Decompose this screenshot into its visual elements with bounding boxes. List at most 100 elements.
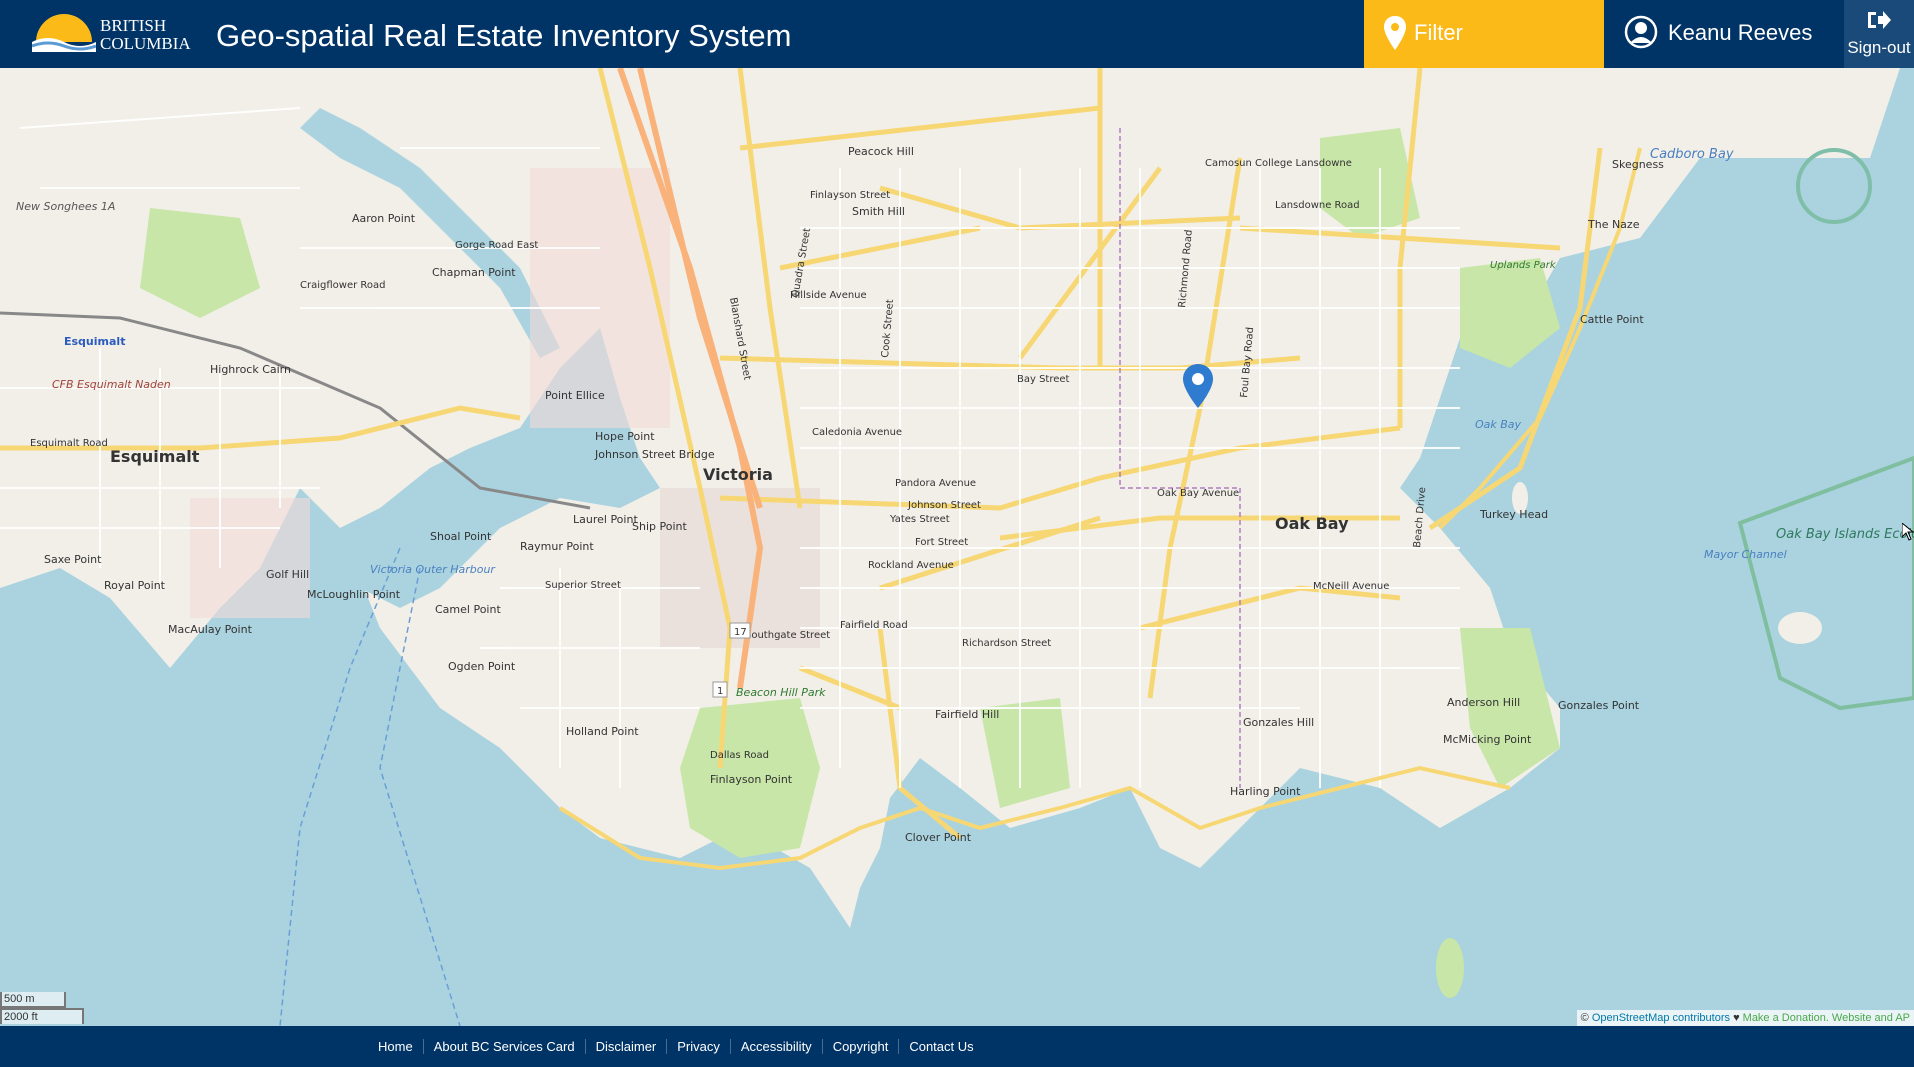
street-caledonia: Caledonia Avenue xyxy=(812,427,902,438)
street-richardson: Richardson Street xyxy=(962,638,1051,649)
label-outer-harbour: Victoria Outer Harbour xyxy=(370,563,496,576)
org-name-line1: British xyxy=(100,16,167,35)
street-oak-bay-ave: Oak Bay Avenue xyxy=(1157,488,1239,499)
label-cadboro-bay: Cadboro Bay xyxy=(1650,147,1734,162)
scale-metric: 500 m xyxy=(0,992,66,1008)
label-mcmicking: McMicking Point xyxy=(1443,733,1532,746)
footer-link-accessibility[interactable]: Accessibility xyxy=(729,1039,822,1054)
island-reef xyxy=(1796,148,1872,224)
street-johnson: Johnson Street xyxy=(907,500,981,511)
map-attribution: © OpenStreetMap contributors ♥ Make a Do… xyxy=(1576,1010,1914,1026)
sign-out-icon xyxy=(1866,8,1892,37)
label-esquimalt: Esquimalt xyxy=(110,447,200,466)
scale-imperial: 2000 ft xyxy=(0,1008,84,1024)
attribution-osm-link[interactable]: OpenStreetMap contributors xyxy=(1592,1012,1730,1024)
label-royal-point: Royal Point xyxy=(104,579,166,592)
street-lansdowne: Lansdowne Road xyxy=(1275,200,1360,211)
label-anderson-hill: Anderson Hill xyxy=(1447,696,1520,709)
user-name: Keanu Reeves xyxy=(1668,20,1813,45)
label-holland-point: Holland Point xyxy=(566,725,639,738)
footer-link-copyright[interactable]: Copyright xyxy=(821,1039,899,1054)
sign-out-button[interactable]: Sign-out xyxy=(1844,0,1914,68)
label-mayor-channel: Mayor Channel xyxy=(1704,548,1787,561)
label-ecological-reserve: Oak Bay Islands Ecological Reserve xyxy=(1776,527,1914,542)
svg-text:17: 17 xyxy=(734,627,747,638)
map-marker-icon xyxy=(1183,364,1213,408)
label-saxe-point: Saxe Point xyxy=(44,553,102,566)
bc-sun-icon xyxy=(31,14,97,52)
org-name: British Columbia xyxy=(100,17,191,53)
user-menu[interactable]: Keanu Reeves xyxy=(1604,0,1844,68)
org-name-line2: Columbia xyxy=(100,34,191,53)
map-tiles: Victoria Esquimalt Oak Bay Esquimalt Hig… xyxy=(0,68,1914,1026)
street-dallas: Dallas Road xyxy=(710,750,769,761)
label-aaron-point: Aaron Point xyxy=(352,212,416,225)
label-raymur-point: Raymur Point xyxy=(520,540,594,553)
label-oak-bay: Oak Bay xyxy=(1275,514,1349,533)
label-finlayson-point: Finlayson Point xyxy=(710,773,793,786)
label-cfb: CFB Esquimalt Naden xyxy=(52,378,171,391)
street-yates: Yates Street xyxy=(889,514,950,525)
label-uplands-park: Uplands Park xyxy=(1490,260,1557,271)
map-pin-icon xyxy=(1384,16,1406,55)
footer-link-privacy[interactable]: Privacy xyxy=(666,1039,730,1054)
label-shoal-point: Shoal Point xyxy=(430,530,492,543)
filter-button[interactable]: Filter xyxy=(1364,0,1604,68)
attribution-donate-link[interactable]: Make a Donation. Website and AP xyxy=(1743,1012,1910,1024)
label-cattle-point: Cattle Point xyxy=(1580,313,1644,326)
map-canvas[interactable]: Victoria Esquimalt Oak Bay Esquimalt Hig… xyxy=(0,68,1914,1026)
label-turkey-head: Turkey Head xyxy=(1479,508,1548,521)
island-trial xyxy=(1436,938,1464,998)
label-gonzales-hill: Gonzales Hill xyxy=(1243,716,1314,729)
label-oak-bay-water: Oak Bay xyxy=(1475,418,1522,431)
label-ship-point: Ship Point xyxy=(632,520,687,533)
label-point-ellice: Point Ellice xyxy=(545,389,605,402)
footer-link-disclaimer[interactable]: Disclaimer xyxy=(584,1039,667,1054)
street-esquimalt-road: Esquimalt Road xyxy=(30,438,108,449)
footer-links: Home About BC Services Card Disclaimer P… xyxy=(368,1026,984,1067)
label-mcloughlin: McLoughlin Point xyxy=(307,588,401,601)
label-victoria: Victoria xyxy=(703,465,773,484)
street-fort: Fort Street xyxy=(915,537,968,548)
label-chapman-point: Chapman Point xyxy=(432,266,516,279)
footer-link-about[interactable]: About BC Services Card xyxy=(422,1039,585,1054)
label-camosun: Camosun College Lansdowne xyxy=(1205,158,1352,169)
street-pandora: Pandora Avenue xyxy=(895,478,976,489)
label-beacon-hill-park: Beacon Hill Park xyxy=(736,686,826,699)
route-shield-17: 17 xyxy=(729,622,751,639)
attribution-copyright: © xyxy=(1580,1012,1589,1024)
street-superior: Superior Street xyxy=(545,580,621,591)
label-harling-point: Harling Point xyxy=(1230,785,1301,798)
label-smith-hill: Smith Hill xyxy=(852,205,905,218)
footer-link-contact[interactable]: Contact Us xyxy=(898,1039,983,1054)
user-avatar-icon xyxy=(1624,15,1658,54)
label-johnson-bridge: Johnson Street Bridge xyxy=(594,448,715,461)
street-gorge-road-east: Gorge Road East xyxy=(455,240,538,251)
ecological-reserve-boundary xyxy=(1737,455,1914,711)
app-footer: Home About BC Services Card Disclaimer P… xyxy=(0,1026,1914,1067)
label-peacock-hill: Peacock Hill xyxy=(848,145,914,158)
filter-label: Filter xyxy=(1414,20,1463,45)
street-craigflower: Craigflower Road xyxy=(300,280,385,291)
label-gonzales-point: Gonzales Point xyxy=(1558,699,1640,712)
footer-link-home[interactable]: Home xyxy=(368,1039,423,1054)
street-finlayson: Finlayson Street xyxy=(810,190,890,201)
svg-text:1: 1 xyxy=(717,686,723,697)
island-chatham xyxy=(1778,612,1822,644)
label-the-naze: The Naze xyxy=(1587,218,1640,231)
label-highrock: Highrock Cairn xyxy=(210,363,291,376)
label-hope-point: Hope Point xyxy=(595,430,655,443)
street-mcneill: McNeill Avenue xyxy=(1313,581,1389,592)
label-golf-hill: Golf Hill xyxy=(266,568,309,581)
app-header: British Columbia Geo-spatial Real Estate… xyxy=(0,0,1914,68)
sign-out-label: Sign-out xyxy=(1847,38,1911,57)
map-scale: 500 m 2000 ft xyxy=(0,992,84,1024)
label-macaulay: MacAulay Point xyxy=(168,623,253,636)
street-bay: Bay Street xyxy=(1017,374,1070,385)
street-rockland: Rockland Avenue xyxy=(868,560,954,571)
route-shield-1: 1 xyxy=(712,681,728,698)
label-camel-point: Camel Point xyxy=(435,603,501,616)
label-esquimalt-station: Esquimalt xyxy=(64,335,125,348)
app-title: Geo-spatial Real Estate Inventory System xyxy=(216,18,792,53)
street-fairfield: Fairfield Road xyxy=(840,620,908,631)
